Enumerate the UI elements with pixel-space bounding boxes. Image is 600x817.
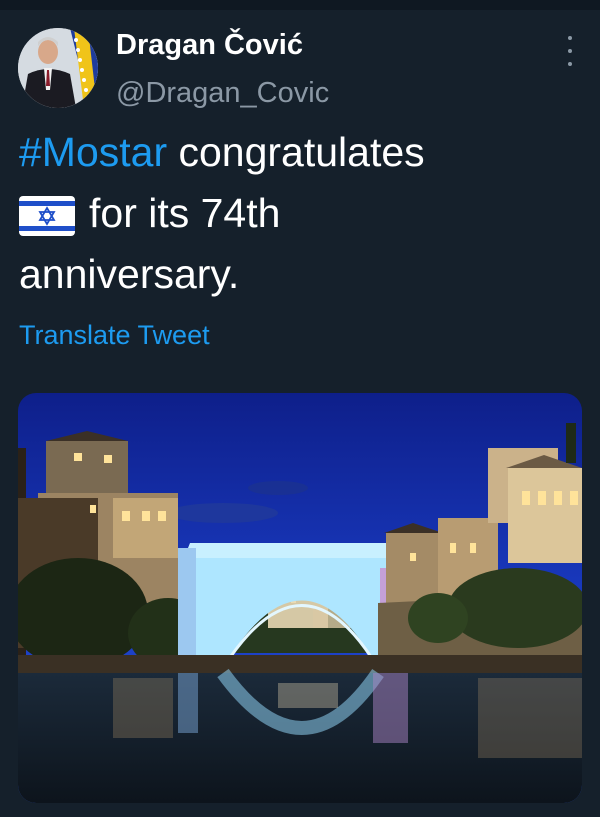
hashtag-link[interactable]: #Mostar <box>19 129 167 175</box>
tweet-text: #Mostar congratulates for its 74th anniv… <box>19 122 589 305</box>
avatar[interactable] <box>18 28 98 108</box>
dot <box>568 49 572 53</box>
tweet-photo[interactable] <box>18 393 582 803</box>
author-name[interactable]: Dragan Čović <box>116 28 303 62</box>
more-options-icon[interactable] <box>558 36 582 66</box>
tweet-line-3: anniversary. <box>19 251 240 297</box>
israel-flag-icon <box>19 192 75 237</box>
tweet-line-1: #Mostar congratulates <box>19 122 589 183</box>
profile-photo-icon <box>18 28 98 108</box>
translate-tweet-link[interactable]: Translate Tweet <box>19 318 210 352</box>
tweet-text-segment: for its 74th <box>89 190 281 236</box>
top-divider <box>0 0 600 10</box>
tweet-line-2: for its 74th <box>19 183 589 244</box>
dot <box>568 36 572 40</box>
tweet-text-segment: congratulates <box>167 129 425 175</box>
author-handle[interactable]: @Dragan_Covic <box>116 76 329 110</box>
dot <box>568 62 572 66</box>
photo-old-bridge-mostar-night-icon <box>18 393 582 803</box>
